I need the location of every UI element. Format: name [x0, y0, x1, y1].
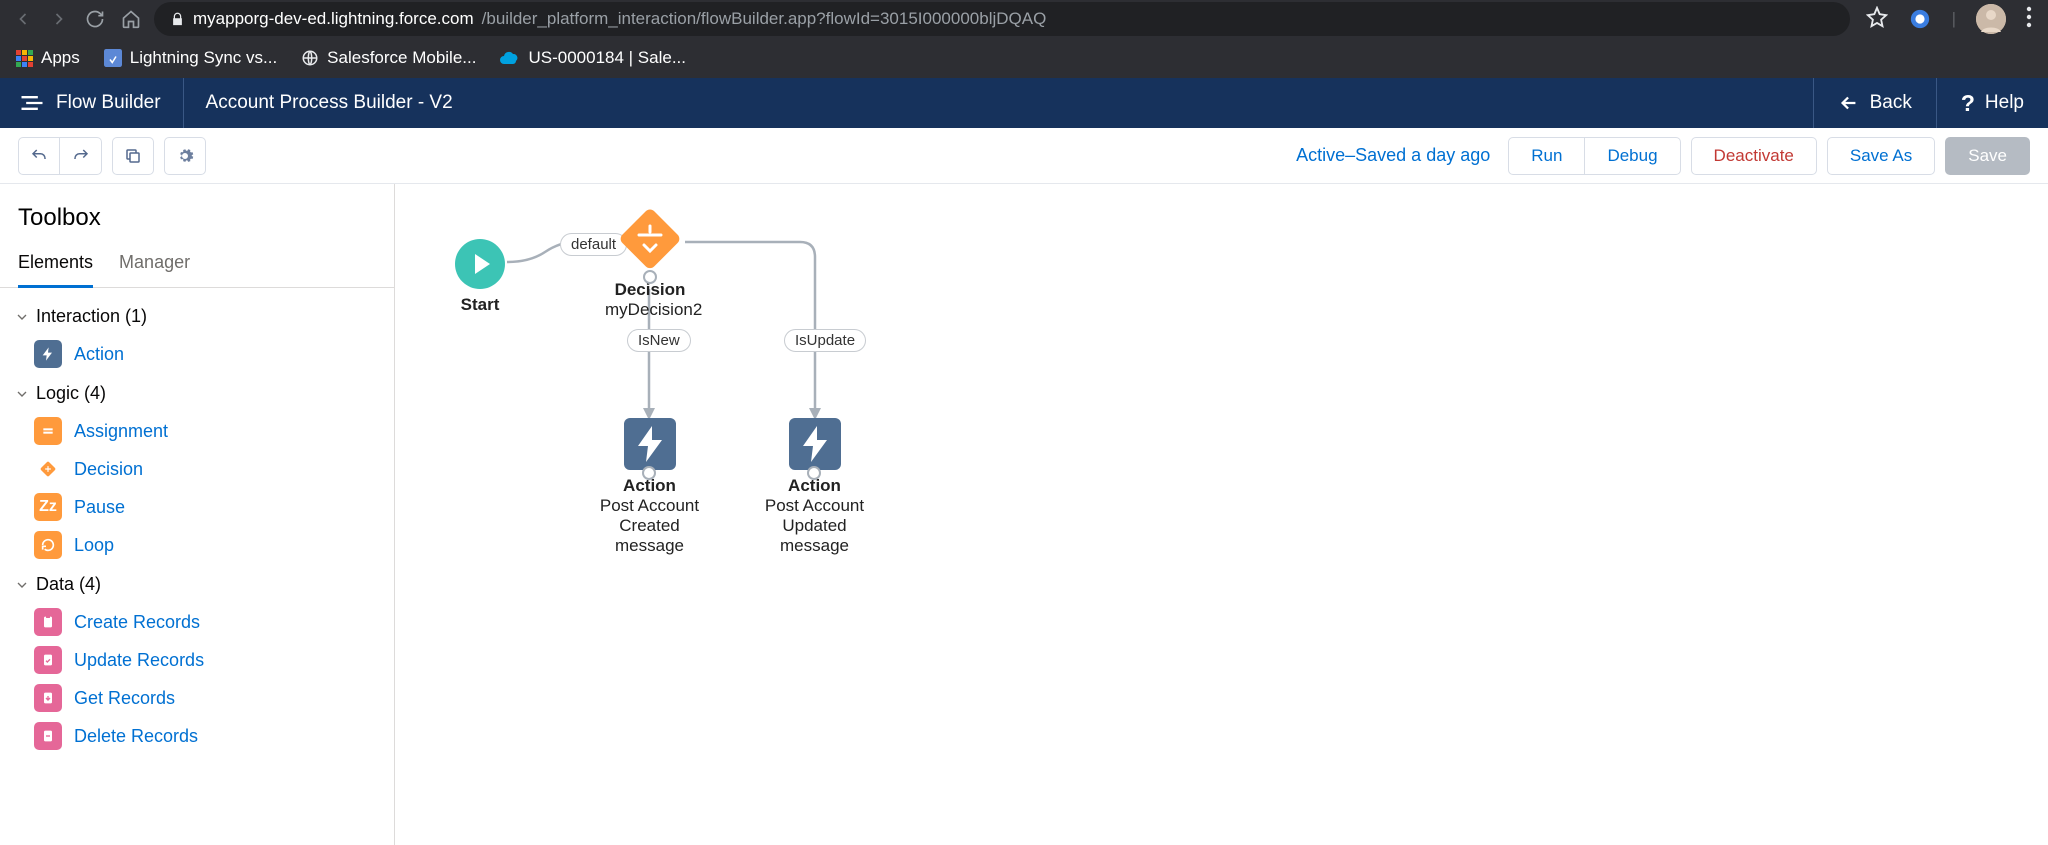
decision-node-icon — [615, 204, 685, 274]
palette-get-records[interactable]: Get Records — [6, 679, 388, 717]
flow-title: Account Process Builder - V2 — [206, 92, 453, 114]
group-logic[interactable]: Logic (4) — [6, 373, 388, 412]
save-as-button[interactable]: Save As — [1827, 137, 1935, 175]
deactivate-button[interactable]: Deactivate — [1691, 137, 1817, 175]
palette-decision[interactable]: Decision — [6, 450, 388, 488]
edge-label-isupdate[interactable]: IsUpdate — [784, 329, 866, 352]
tab-elements[interactable]: Elements — [18, 242, 93, 288]
nav-back-icon[interactable] — [10, 6, 36, 32]
node-action-created[interactable]: Action Post Account Created message — [592, 418, 707, 556]
reload-icon[interactable] — [82, 6, 108, 32]
chevron-down-icon — [14, 386, 30, 402]
run-button[interactable]: Run — [1508, 137, 1585, 175]
duplicate-button[interactable] — [112, 137, 154, 175]
home-icon[interactable] — [118, 6, 144, 32]
redo-button[interactable] — [60, 137, 102, 175]
group-interaction[interactable]: Interaction (1) — [6, 296, 388, 335]
star-icon[interactable] — [1866, 6, 1888, 33]
back-button[interactable]: Back — [1813, 78, 1936, 128]
url-path: /builder_platform_interaction/flowBuilde… — [482, 9, 1047, 29]
bookmark-mobile[interactable]: Salesforce Mobile... — [301, 48, 476, 68]
bookmark-apps[interactable]: Apps — [16, 48, 80, 68]
app-title: Flow Builder — [56, 92, 161, 114]
palette-pause[interactable]: Zz Pause — [6, 488, 388, 526]
start-icon — [455, 239, 505, 289]
help-button[interactable]: ? Help — [1936, 78, 2048, 128]
chrome-menu-icon[interactable] — [2026, 6, 2032, 33]
delete-records-icon — [34, 722, 62, 750]
globe-icon — [301, 49, 319, 67]
toolbox-panel: Toolbox Elements Manager Interaction (1)… — [0, 184, 395, 845]
edge-label-isnew[interactable]: IsNew — [627, 329, 691, 352]
save-button[interactable]: Save — [1945, 137, 2030, 175]
undo-button[interactable] — [18, 137, 60, 175]
apps-grid-icon — [16, 50, 33, 67]
address-bar[interactable]: myapporg-dev-ed.lightning.force.com/buil… — [154, 2, 1850, 36]
assignment-icon — [34, 417, 62, 445]
debug-button[interactable]: Debug — [1585, 137, 1680, 175]
palette-delete-records[interactable]: Delete Records — [6, 717, 388, 755]
decision-icon — [34, 455, 62, 483]
tab-manager[interactable]: Manager — [119, 242, 190, 287]
pause-icon: Zz — [34, 493, 62, 521]
flow-builder-logo-icon — [18, 89, 46, 117]
node-decision[interactable]: Decision myDecision2 — [605, 204, 695, 320]
settings-button[interactable] — [164, 137, 206, 175]
palette-create-records[interactable]: Create Records — [6, 603, 388, 641]
extension-icon[interactable] — [1908, 7, 1932, 31]
get-records-icon — [34, 684, 62, 712]
palette-action[interactable]: Action — [6, 335, 388, 373]
loop-icon — [34, 531, 62, 559]
lock-icon — [170, 12, 185, 27]
action-icon — [34, 340, 62, 368]
bookmark-sync[interactable]: Lightning Sync vs... — [104, 48, 277, 68]
profile-avatar[interactable] — [1976, 4, 2006, 34]
chevron-down-icon — [14, 577, 30, 593]
create-records-icon — [34, 608, 62, 636]
toolbar: Active–Saved a day ago Run Debug Deactiv… — [0, 128, 2048, 184]
salesforce-cloud-icon — [500, 51, 520, 65]
action-node-icon — [624, 418, 676, 470]
flow-status: Active–Saved a day ago — [1296, 145, 1490, 166]
app-header: Flow Builder Account Process Builder - V… — [0, 78, 2048, 128]
palette-update-records[interactable]: Update Records — [6, 641, 388, 679]
bookmark-case[interactable]: US-0000184 | Sale... — [500, 48, 686, 68]
group-data[interactable]: Data (4) — [6, 564, 388, 603]
node-start[interactable]: Start — [455, 239, 505, 315]
flow-canvas[interactable]: default IsNew IsUpdate Start Decision my… — [395, 184, 2048, 845]
toolbox-title: Toolbox — [0, 184, 394, 242]
nav-fwd-icon[interactable] — [46, 6, 72, 32]
url-domain: myapporg-dev-ed.lightning.force.com — [193, 9, 474, 29]
sync-app-icon — [104, 49, 122, 67]
update-records-icon — [34, 646, 62, 674]
palette-assignment[interactable]: Assignment — [6, 412, 388, 450]
node-action-updated[interactable]: Action Post Account Updated message — [757, 418, 872, 556]
action-node-icon — [789, 418, 841, 470]
palette-loop[interactable]: Loop — [6, 526, 388, 564]
chevron-down-icon — [14, 309, 30, 325]
